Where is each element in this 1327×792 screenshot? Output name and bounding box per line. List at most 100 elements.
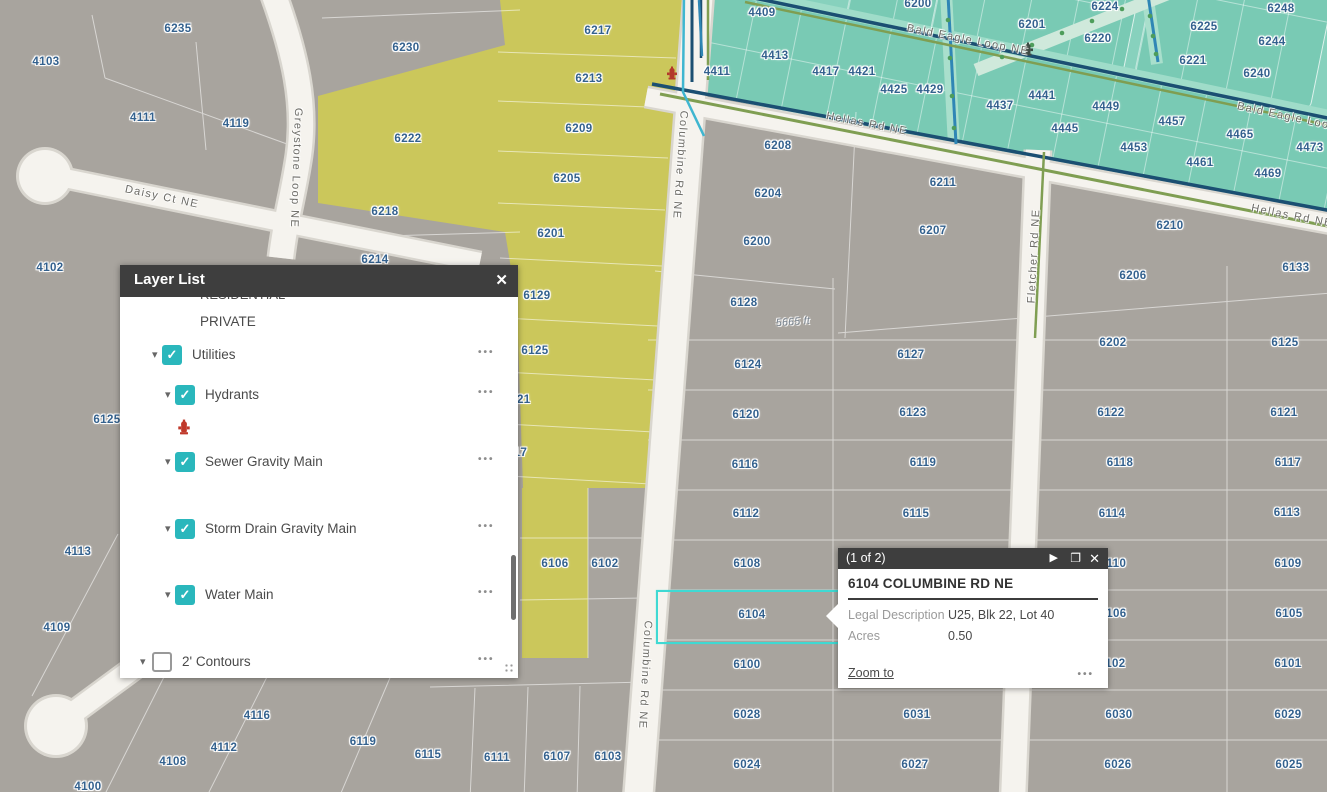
legend-item-private: PRIVATE (120, 312, 518, 334)
parcel-label: 6116 (732, 459, 759, 471)
parcel-label: 6208 (764, 140, 791, 152)
parcel-label: 6123 (899, 407, 926, 419)
parcel-label: 6100 (733, 659, 760, 671)
parcel-label: 6115 (903, 508, 930, 520)
parcel-label: 6031 (903, 709, 930, 721)
close-icon[interactable]: ✕ (495, 271, 508, 289)
parcel-label: 6026 (1104, 759, 1131, 771)
parcel-label: 6107 (543, 751, 570, 763)
parcel-label: 6125 (1271, 337, 1298, 349)
next-feature-icon[interactable]: ▶ (1050, 551, 1058, 564)
street-label: 5665 ft (776, 315, 811, 329)
parcel-label: 6028 (733, 709, 760, 721)
street-label: Columbine Rd NE (636, 620, 654, 730)
panel-title: Layer List (134, 271, 205, 288)
layer-label: 2' Contours (182, 654, 251, 669)
layer-item-utilities[interactable]: ▾ ✓ Utilities ••• (120, 345, 518, 367)
parcel-label: 6112 (733, 508, 760, 520)
parcel-label: 6127 (897, 349, 924, 361)
parcel-label: 6027 (901, 759, 928, 771)
feature-popup: (1 of 2) ▶ ❐ ✕ 6104 COLUMBINE RD NE Lega… (838, 548, 1108, 688)
layer-item-2ft-contours[interactable]: ▾ 2' Contours ••• (120, 652, 518, 674)
layer-item-water-main[interactable]: ▾ ✓ Water Main ••• (120, 585, 518, 607)
chevron-down-icon[interactable]: ▾ (165, 588, 171, 601)
parcel-label: 6128 (730, 297, 757, 309)
parcel-label: 6108 (733, 558, 760, 570)
parcel-label: 6235 (164, 23, 191, 35)
popup-menu-icon[interactable]: ••• (1077, 669, 1094, 680)
checkbox-checked[interactable]: ✓ (162, 345, 182, 365)
maximize-icon[interactable]: ❐ (1070, 551, 1081, 565)
layer-label: Storm Drain Gravity Main (205, 521, 357, 536)
panel-resize-handle[interactable] (504, 663, 515, 674)
street-label: Greystone Loop NE (288, 108, 304, 229)
layer-item-sewer-gravity-main[interactable]: ▾ ✓ Sewer Gravity Main ••• (120, 452, 518, 474)
checkbox-checked[interactable]: ✓ (175, 385, 195, 405)
layer-menu-icon[interactable]: ••• (478, 347, 495, 358)
parcel-label: 6125 (93, 414, 120, 426)
parcel-label: 6230 (392, 42, 419, 54)
parcel-label: 6210 (1156, 220, 1183, 232)
chevron-down-icon[interactable]: ▾ (165, 455, 171, 468)
checkbox-checked[interactable]: ✓ (175, 452, 195, 472)
chevron-down-icon[interactable]: ▾ (152, 348, 158, 361)
divider (848, 598, 1098, 600)
checkbox-unchecked[interactable] (152, 652, 172, 672)
parcel-label: 6106 (541, 558, 568, 570)
parcel-label: 6024 (733, 759, 760, 771)
parcel-label: 6209 (565, 123, 592, 135)
layer-list-body: RESIDENTIAL PRIVATE ▾ ✓ Utilities ••• ▾ … (120, 297, 518, 678)
layer-item-storm-drain-gravity-main[interactable]: ▾ ✓ Storm Drain Gravity Main ••• (120, 519, 518, 541)
field-label: Legal Description (848, 608, 948, 622)
parcel-label: 4113 (65, 546, 92, 558)
parcel-label: 6122 (1097, 407, 1124, 419)
parcel-label: 6202 (1099, 337, 1126, 349)
parcel-label: 6117 (1275, 457, 1302, 469)
parcel-label: 6206 (1119, 270, 1146, 282)
parcel-label: 6102 (591, 558, 618, 570)
fire-hydrant-legend-icon (177, 419, 191, 435)
checkbox-checked[interactable]: ✓ (175, 585, 195, 605)
panel-scrollbar-thumb[interactable] (511, 555, 516, 620)
parcel-label: 6125 (521, 345, 548, 357)
chevron-down-icon[interactable]: ▾ (165, 522, 171, 535)
layer-menu-icon[interactable]: ••• (478, 654, 495, 665)
field-value: 0.50 (948, 629, 972, 643)
popup-pager: (1 of 2) (846, 551, 886, 565)
popup-header[interactable]: (1 of 2) ▶ ❐ ✕ (838, 548, 1108, 569)
chevron-down-icon[interactable]: ▾ (140, 655, 146, 668)
layer-list-header[interactable]: Layer List ✕ (120, 265, 518, 297)
parcel-label: 6200 (743, 236, 770, 248)
zoom-to-link[interactable]: Zoom to (848, 666, 894, 680)
layer-menu-icon[interactable]: ••• (478, 454, 495, 465)
parcel-label: 4119 (223, 118, 250, 130)
parcel-label: 6133 (1282, 262, 1309, 274)
parcel-label: 4102 (36, 262, 63, 274)
layer-menu-icon[interactable]: ••• (478, 387, 495, 398)
chevron-down-icon[interactable]: ▾ (165, 388, 171, 401)
parcel-label: 6129 (523, 290, 550, 302)
parcel-label: 6217 (584, 25, 611, 37)
parcel-label: 6103 (594, 751, 621, 763)
parcel-label: 4100 (74, 781, 101, 792)
layer-label: Utilities (192, 347, 236, 362)
parcel-label: 6109 (1274, 558, 1301, 570)
legend-label-residential: RESIDENTIAL (200, 297, 285, 302)
parcel-label: 6119 (910, 457, 937, 469)
parcel-label: 6119 (350, 736, 377, 748)
parcel-label: 6118 (1107, 457, 1134, 469)
parcel-label: 6201 (537, 228, 564, 240)
close-icon[interactable]: ✕ (1089, 551, 1100, 567)
layer-label: Sewer Gravity Main (205, 454, 323, 469)
map-application[interactable]: 6235 4103 6230 4111 4119 6222 6218 6214 … (0, 0, 1327, 792)
parcel-label: 6105 (1275, 608, 1302, 620)
layer-menu-icon[interactable]: ••• (478, 587, 495, 598)
checkbox-checked[interactable]: ✓ (175, 519, 195, 539)
parcel-label: 4111 (130, 112, 156, 124)
parcel-label: 4103 (32, 56, 59, 68)
parcel-label: 6101 (1274, 658, 1301, 670)
parcel-label: 6205 (553, 173, 580, 185)
parcel-label: 6025 (1275, 759, 1302, 771)
layer-menu-icon[interactable]: ••• (478, 521, 495, 532)
layer-item-hydrants[interactable]: ▾ ✓ Hydrants ••• (120, 385, 518, 407)
